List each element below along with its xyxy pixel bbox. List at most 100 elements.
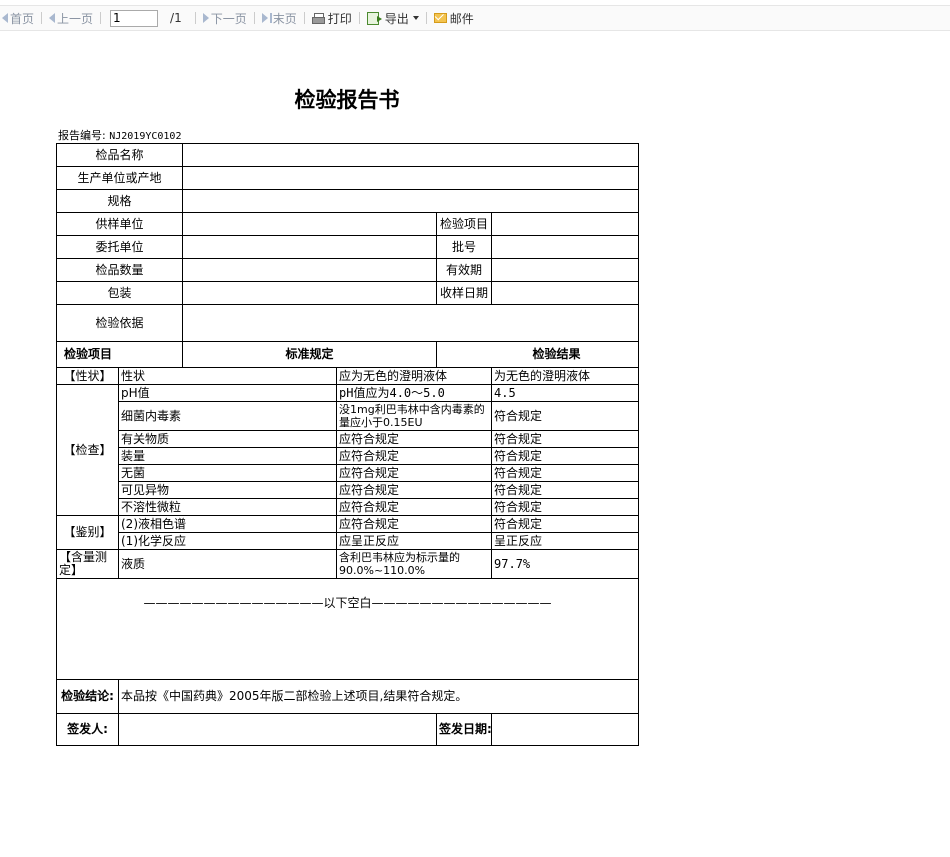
- group-character: 【性状】: [56, 367, 119, 385]
- receive-date-label: 收样日期: [436, 281, 493, 305]
- report-number-label: 报告编号:: [58, 129, 106, 142]
- table-row: 无菌 应符合规定 符合规定: [57, 464, 640, 482]
- table-row: 装量 应符合规定 符合规定: [57, 447, 640, 465]
- table-row: 委托单位 批号: [55, 235, 640, 259]
- separator: [194, 12, 196, 24]
- last-page-bar-icon: [269, 13, 272, 23]
- group-check: 【检查】: [56, 384, 119, 516]
- spec-value: [182, 189, 640, 213]
- row-name: 性状: [117, 367, 338, 385]
- table-row: 生产单位或产地: [55, 166, 640, 190]
- table-row: 细菌内毒素 没1mg利巴韦林中含内毒素的量应小于0.15EU 符合规定: [57, 401, 640, 431]
- sample-name-value: [182, 143, 640, 167]
- test-item-value: [491, 212, 640, 236]
- blank-area: ———————————————以下空白———————————————: [55, 578, 640, 680]
- row-result: 4.5: [491, 384, 640, 402]
- row-result: 符合规定: [491, 498, 640, 516]
- next-page-button[interactable]: 下一页: [201, 6, 249, 30]
- sign-date-label: 签发日期:: [436, 713, 493, 746]
- conclusion-label: 检验结论:: [56, 679, 119, 714]
- row-result: 符合规定: [491, 401, 640, 431]
- row-standard: 应符合规定: [336, 515, 493, 533]
- row-name: 可见异物: [117, 481, 338, 499]
- batch-value: [491, 235, 640, 259]
- quantity-value: [182, 258, 438, 282]
- row-standard: 应符合规定: [336, 464, 493, 482]
- report-title: 检验报告书: [294, 87, 400, 112]
- row-standard: 没1mg利巴韦林中含内毒素的量应小于0.15EU: [336, 401, 493, 431]
- batch-label: 批号: [436, 235, 493, 259]
- table-row: 检验结论: 本品按《中国药典》2005年版二部检验上述项目,结果符合规定。: [56, 679, 640, 714]
- print-label: 打印: [327, 11, 352, 26]
- separator: [303, 12, 305, 24]
- page-number-input[interactable]: [110, 9, 159, 27]
- spec-label: 规格: [55, 189, 184, 213]
- report-table: 检品名称 生产单位或产地 规格 供样单位 检验项目 委托单位 批号 检品数量 有…: [55, 143, 640, 746]
- test-item-label: 检验项目: [436, 212, 493, 236]
- first-page-label: 首页: [10, 11, 35, 26]
- table-row: 签发人: 签发日期:: [56, 713, 640, 746]
- last-page-button[interactable]: 末页: [260, 6, 299, 30]
- row-name: 有关物质: [117, 430, 338, 448]
- table-header-row: 检验项目 标准规定 检验结果: [55, 341, 640, 368]
- row-standard: 应符合规定: [336, 430, 493, 448]
- last-page-label: 末页: [272, 11, 297, 26]
- separator: [253, 12, 255, 24]
- export-button[interactable]: 导出: [365, 6, 421, 30]
- package-value: [182, 281, 438, 305]
- report-number: 报告编号: NJ2019YC0102: [58, 127, 181, 143]
- basis-value: [182, 304, 640, 342]
- mail-icon: [433, 13, 447, 23]
- table-row: 有关物质 应符合规定 符合规定: [57, 430, 640, 448]
- header-standard: 标准规定: [182, 341, 438, 368]
- quantity-label: 检品数量: [55, 258, 184, 282]
- row-standard: 应符合规定: [336, 498, 493, 516]
- export-icon: [366, 11, 382, 25]
- row-result: 为无色的澄明液体: [491, 367, 640, 385]
- supplier-value: [182, 212, 438, 236]
- separator: [41, 12, 43, 24]
- client-value: [182, 235, 438, 259]
- prev-page-label: 上一页: [57, 11, 94, 26]
- header-item: 检验项目: [55, 341, 184, 368]
- producer-label: 生产单位或产地: [55, 166, 184, 190]
- row-name: (1)化学反应: [117, 532, 338, 550]
- first-page-icon: [2, 13, 8, 23]
- print-button[interactable]: 打印: [310, 6, 354, 30]
- separator: [100, 12, 102, 24]
- table-row: 【鉴别】 (2)液相色谱 应符合规定 符合规定: [56, 515, 640, 550]
- report-number-value: NJ2019YC0102: [109, 131, 182, 142]
- sign-date-value: [491, 713, 640, 746]
- row-result: 符合规定: [491, 515, 640, 533]
- validity-label: 有效期: [436, 258, 493, 282]
- package-label: 包装: [55, 281, 184, 305]
- chevron-down-icon: [412, 16, 419, 20]
- row-result: 呈正反应: [491, 532, 640, 550]
- printer-icon: [311, 12, 325, 24]
- row-result: 符合规定: [491, 464, 640, 482]
- row-name: 液质: [117, 549, 338, 579]
- table-row: 不溶性微粒 应符合规定 符合规定: [57, 498, 640, 516]
- row-result: 符合规定: [491, 447, 640, 465]
- table-row: 【性状】 性状 应为无色的澄明液体 为无色的澄明液体: [56, 367, 640, 385]
- table-row: 包装 收样日期: [55, 281, 640, 305]
- row-standard: 应符合规定: [336, 447, 493, 465]
- first-page-button[interactable]: 首页: [0, 6, 36, 30]
- row-name: 细菌内毒素: [117, 401, 338, 431]
- page-total-label: /1: [170, 11, 182, 25]
- signer-label: 签发人:: [56, 713, 119, 746]
- row-name: pH值: [117, 384, 338, 402]
- last-page-icon: [261, 13, 268, 23]
- row-name: 装量: [117, 447, 338, 465]
- mail-button[interactable]: 邮件: [432, 6, 476, 30]
- row-standard: 应符合规定: [336, 481, 493, 499]
- row-standard: 应为无色的澄明液体: [336, 367, 493, 385]
- table-row: 【含量测定】 液质 含利巴韦林应为标示量的90.0%~110.0% 97.7%: [56, 549, 640, 579]
- table-row: 供样单位 检验项目: [55, 212, 640, 236]
- table-row: 规格: [55, 189, 640, 213]
- row-standard: 应呈正反应: [336, 532, 493, 550]
- receive-date-value: [491, 281, 640, 305]
- prev-page-button[interactable]: 上一页: [47, 6, 95, 30]
- conclusion-text: 本品按《中国药典》2005年版二部检验上述项目,结果符合规定。: [117, 679, 640, 714]
- table-row: 检品名称: [55, 143, 640, 167]
